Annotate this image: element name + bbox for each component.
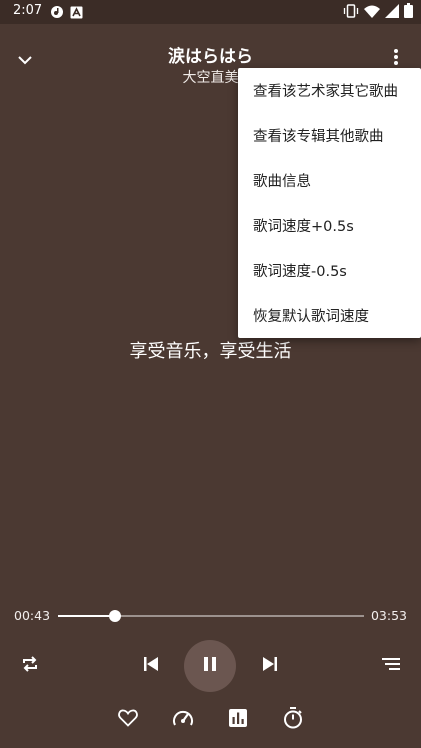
repeat-button[interactable]	[16, 653, 44, 679]
previous-button[interactable]	[137, 653, 165, 679]
menu-item-label: 查看该专辑其他歌曲	[253, 129, 384, 145]
signal-icon	[385, 3, 399, 22]
next-button[interactable]	[256, 653, 284, 679]
elapsed-time: 00:43	[14, 608, 51, 623]
speedometer-icon	[172, 708, 194, 732]
seek-bar[interactable]	[58, 610, 364, 622]
menu-item-label: 恢复默认歌词速度	[253, 309, 369, 325]
skip-previous-icon	[142, 656, 160, 676]
lyric-current-line[interactable]: 享受音乐，享受生活	[0, 337, 421, 363]
progress-section: 00:43 03:53	[0, 603, 421, 629]
battery-icon	[404, 2, 413, 22]
menu-item-album-songs[interactable]: 查看该专辑其他歌曲	[238, 113, 421, 158]
equalizer-icon	[229, 709, 247, 731]
extra-controls	[0, 706, 421, 734]
skip-next-icon	[261, 656, 279, 676]
queue-list-icon	[381, 656, 401, 676]
menu-item-label: 查看该艺术家其它歌曲	[253, 84, 398, 100]
notification-music-icon	[50, 4, 66, 20]
vibrate-icon	[343, 3, 359, 22]
sleep-timer-button[interactable]	[279, 706, 307, 734]
options-menu: 查看该艺术家其它歌曲 查看该专辑其他歌曲 歌曲信息 歌词速度+0.5s 歌词速度…	[238, 68, 421, 338]
timer-icon	[283, 707, 303, 733]
menu-item-label: 歌词速度-0.5s	[253, 264, 347, 280]
menu-item-lyric-speed-reset[interactable]: 恢复默认歌词速度	[238, 293, 421, 338]
equalizer-button[interactable]	[224, 706, 252, 734]
pause-button[interactable]	[184, 640, 236, 692]
seek-bar-progress	[58, 615, 115, 617]
playback-speed-button[interactable]	[169, 706, 197, 734]
wifi-icon	[364, 3, 380, 22]
menu-item-song-info[interactable]: 歌曲信息	[238, 158, 421, 203]
more-vert-icon	[393, 48, 399, 70]
favorite-button[interactable]	[114, 706, 142, 734]
seek-bar-thumb[interactable]	[108, 610, 121, 622]
total-duration: 03:53	[370, 608, 407, 623]
menu-item-label: 歌曲信息	[253, 174, 311, 190]
song-title: 涙はらはら	[168, 47, 253, 67]
menu-item-lyric-speed-up[interactable]: 歌词速度+0.5s	[238, 203, 421, 248]
heart-icon	[118, 709, 138, 731]
repeat-icon	[20, 654, 40, 678]
menu-item-artist-songs[interactable]: 查看该艺术家其它歌曲	[238, 68, 421, 113]
playback-controls	[0, 640, 421, 692]
status-bar: 2:07	[0, 0, 421, 24]
status-right-icons	[343, 2, 413, 22]
pause-icon	[203, 656, 217, 676]
notification-app-icon	[70, 4, 86, 20]
status-time: 2:07	[13, 3, 43, 18]
playlist-button[interactable]	[377, 653, 405, 679]
menu-item-label: 歌词速度+0.5s	[253, 219, 354, 235]
menu-item-lyric-speed-down[interactable]: 歌词速度-0.5s	[238, 248, 421, 293]
